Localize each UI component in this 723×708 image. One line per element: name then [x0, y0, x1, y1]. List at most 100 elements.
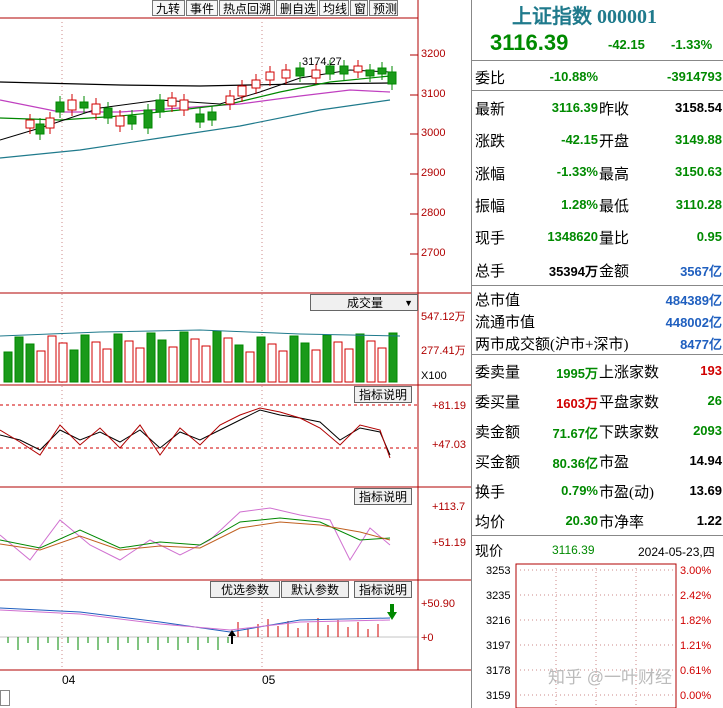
intraday-left-tick: 3197	[486, 640, 510, 652]
quote-label: 最高	[599, 166, 630, 183]
quote-row: 均价 20.30 市净率 1.22	[472, 505, 723, 535]
volume-bar	[333, 341, 343, 383]
scroll-handle[interactable]	[0, 690, 10, 706]
market-row: 两市成交额(沪市+深市) 8477亿	[472, 331, 723, 353]
volume-bar	[267, 343, 277, 383]
market-label: 流通市值	[475, 315, 536, 331]
candle-body	[195, 113, 205, 123]
candle-body	[179, 99, 189, 111]
intraday-right-tick: 0.61%	[680, 665, 711, 677]
volume-bar	[47, 335, 57, 383]
candle-body	[143, 109, 153, 129]
market-label: 两市成交额(沪市+深市)	[475, 337, 629, 353]
high-price-label: 3174.27	[302, 56, 342, 68]
toolbar-window[interactable]: 窗	[350, 0, 368, 16]
indicator3-line	[0, 607, 391, 633]
toolbar-hotspot-review[interactable]: 热点回溯	[219, 0, 275, 16]
intraday-right-tick: 2.42%	[680, 590, 711, 602]
volume-bar	[146, 332, 156, 383]
default-params-button[interactable]: 默认参数	[281, 581, 349, 598]
volume-tick: 547.12万	[421, 311, 466, 323]
candle-body	[377, 67, 387, 75]
quote-value: 0.95	[696, 228, 722, 244]
candle-body	[225, 95, 235, 105]
chart-canvas[interactable]	[0, 0, 471, 708]
toolbar-forecast[interactable]: 预测	[369, 0, 398, 16]
candle-body	[353, 65, 363, 73]
candle-body	[207, 111, 217, 121]
indicator1-help-button[interactable]: 指标说明	[354, 386, 413, 403]
quote-label: 最低	[599, 199, 630, 216]
volume-bar	[91, 341, 101, 383]
candle-body	[311, 69, 321, 79]
divider	[472, 285, 723, 286]
intraday-right-tick: 1.21%	[680, 640, 711, 652]
quote-value: 13.69	[689, 482, 722, 498]
quote-value: 3567亿	[680, 264, 722, 280]
quote-label: 市盈	[599, 455, 630, 471]
indicator3-help-button[interactable]: 指标说明	[354, 581, 413, 598]
volume-unit: X100	[421, 370, 447, 382]
candle-body	[91, 103, 101, 115]
indicator2-help-button[interactable]: 指标说明	[354, 488, 413, 505]
quote-label: 最新	[475, 102, 506, 119]
ma-line	[0, 81, 391, 87]
quote-value: -42.15	[561, 131, 598, 147]
indicator2-tick: +51.19	[432, 537, 466, 549]
quote-label: 市盈(动)	[599, 485, 654, 501]
quote-value: 3110.28	[675, 196, 722, 212]
candle-body	[167, 97, 177, 107]
intraday-date: 2024-05-23,四	[638, 545, 715, 559]
quote-value: 0.79%	[561, 482, 598, 498]
kline-chart-area[interactable]: 九转 事件 热点回溯 删自选 均线 窗 预测 3200 3100 3000 29…	[0, 0, 471, 708]
volume-dropdown[interactable]: 成交量 ▼	[310, 294, 418, 311]
volume-bar	[25, 343, 35, 383]
indicator3-tick: +0	[421, 632, 434, 644]
volume-bar	[245, 351, 255, 383]
quote-row: 委买量 1603万 平盘家数 26	[472, 385, 723, 415]
volume-bar	[36, 350, 46, 383]
price-tick: 3000	[421, 127, 446, 139]
quote-row: 涨幅 -1.33% 最高 3150.63	[472, 156, 723, 188]
volume-bar	[135, 347, 145, 383]
candle-body	[45, 117, 55, 129]
quote-value: 1.28%	[561, 196, 598, 212]
quote-value: 3116.39	[551, 99, 598, 115]
candle-body	[115, 115, 125, 127]
quote-label: 委卖量	[475, 365, 521, 381]
ma-line	[0, 75, 391, 121]
volume-bar	[300, 342, 310, 383]
volume-ma	[0, 329, 401, 337]
toolbar-moving-average[interactable]: 均线	[319, 0, 349, 16]
quote-value: 1603万	[556, 395, 598, 411]
quote-value: 3149.88	[675, 131, 722, 147]
quote-row: 换手 0.79% 市盈(动) 13.69	[472, 475, 723, 505]
quote-row: 买金额 80.36亿 市盈 14.94	[472, 445, 723, 475]
quote-row: 委卖量 1995万 上涨家数 193	[472, 355, 723, 385]
intraday-right-tick: 0.00%	[680, 690, 711, 702]
x-axis-label: 04	[62, 673, 76, 687]
index-title: 上证指数 000001	[512, 0, 657, 29]
toolbar-nine-turn[interactable]: 九转	[152, 0, 185, 16]
quote-label: 现手	[475, 231, 506, 248]
current-price: 3116.39	[490, 30, 569, 55]
toolbar-events[interactable]: 事件	[186, 0, 218, 16]
price-tick: 2800	[421, 207, 446, 219]
intraday-label: 现价	[475, 545, 503, 560]
volume-bar	[278, 350, 288, 383]
volume-bar	[234, 344, 244, 383]
volume-bar	[168, 346, 178, 383]
candle-body	[237, 85, 247, 97]
quote-label: 均价	[475, 515, 506, 531]
volume-bar	[102, 348, 112, 383]
optimal-params-button[interactable]: 优选参数	[210, 581, 280, 598]
quote-label: 涨幅	[475, 166, 506, 183]
volume-bar	[69, 349, 79, 383]
quote-label: 振幅	[475, 199, 506, 216]
quote-row: 涨跌 -42.15 开盘 3149.88	[472, 123, 723, 155]
market-row: 流通市值 448002亿	[472, 309, 723, 331]
volume-bar	[113, 333, 123, 383]
toolbar-remove-watchlist[interactable]: 删自选	[276, 0, 318, 16]
quote-label: 换手	[475, 485, 506, 501]
candle-body	[387, 71, 397, 85]
